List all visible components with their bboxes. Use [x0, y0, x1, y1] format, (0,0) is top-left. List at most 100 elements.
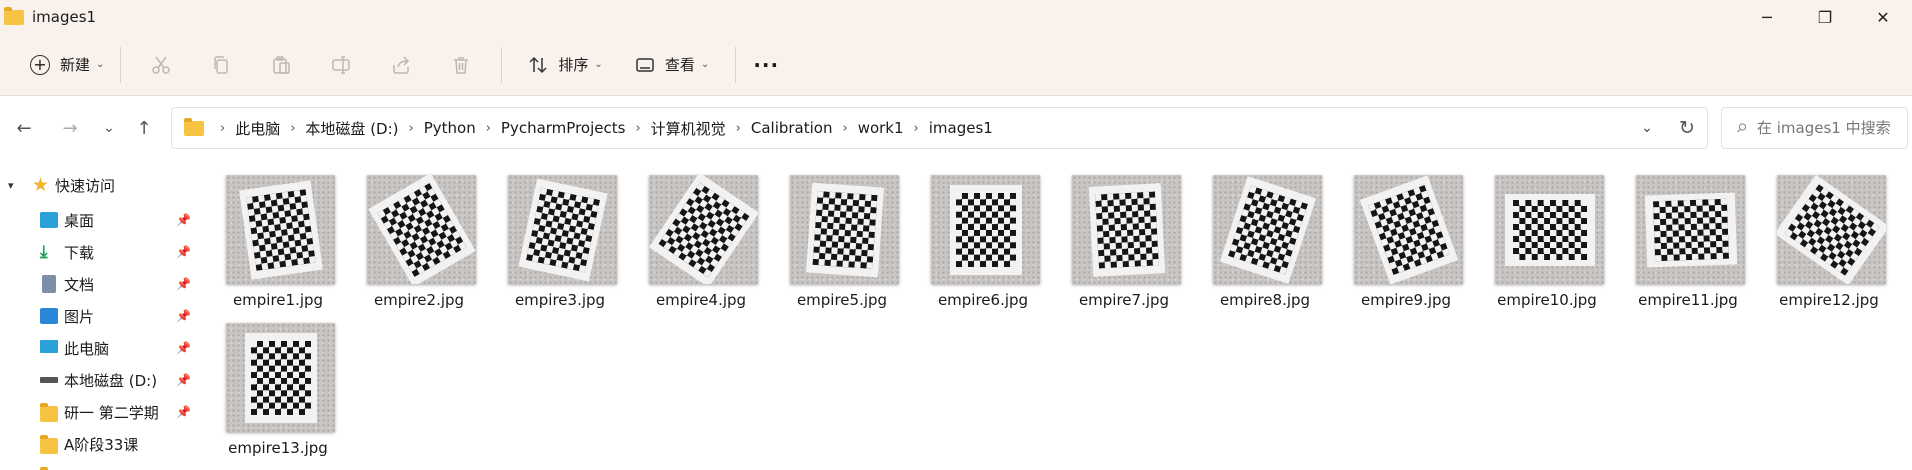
sidebar-item-this-pc[interactable]: 此电脑 📌 [0, 334, 210, 362]
breadcrumb-item[interactable]: Python [424, 119, 476, 137]
checkerboard-pattern [1094, 190, 1159, 269]
breadcrumb-item[interactable]: work1 [858, 119, 904, 137]
search-icon [1737, 123, 1747, 133]
breadcrumb: › 此电脑 › 本地磁盘 (D:) › Python › PycharmProjects › 计算… [210, 118, 993, 139]
chevron-right-icon[interactable]: › [635, 121, 640, 136]
window-title: images1 [32, 8, 97, 26]
image-thumbnail [931, 175, 1040, 284]
file-item[interactable]: empire12.jpg [1761, 160, 1897, 309]
chevron-right-icon[interactable]: › [842, 121, 847, 136]
file-item[interactable]: empire9.jpg [1338, 160, 1474, 309]
chevron-right-icon[interactable]: › [914, 121, 919, 136]
chevron-right-icon[interactable]: › [736, 121, 741, 136]
file-item[interactable]: empire1.jpg [210, 160, 346, 309]
file-item[interactable]: empire4.jpg [633, 160, 769, 309]
breadcrumb-item[interactable]: Calibration [751, 119, 833, 137]
desktop-icon [40, 212, 58, 228]
sidebar-item-semester-folder[interactable]: 研一 第二学期 📌 [0, 398, 210, 426]
address-dropdown-button[interactable]: ⌄ [1627, 120, 1667, 136]
chevron-right-icon[interactable]: › [409, 121, 414, 136]
quick-access-item[interactable]: ▾ ★ 快速访问 [0, 172, 115, 198]
breadcrumb-item[interactable]: 本地磁盘 (D:) [305, 118, 398, 139]
address-bar[interactable]: › 此电脑 › 本地磁盘 (D:) › Python › PycharmProjects › 计算… [171, 107, 1708, 149]
chevron-right-icon[interactable]: › [290, 121, 295, 136]
checkerboard-pattern [811, 190, 878, 269]
recent-locations-button[interactable]: ⌄ [93, 112, 125, 144]
delete-button[interactable] [431, 45, 491, 85]
forward-button[interactable]: → [54, 112, 86, 144]
refresh-button[interactable]: ↻ [1667, 117, 1707, 139]
share-button[interactable] [371, 45, 431, 85]
chevron-down-icon: ⌄ [96, 59, 105, 70]
image-thumbnail [1636, 175, 1745, 284]
maximize-button[interactable]: ❐ [1796, 0, 1854, 34]
command-bar: + 新建 ⌄ 排序 ⌄ 查看 ⌄ ··· [0, 34, 1912, 96]
cut-button[interactable] [131, 45, 191, 85]
new-button[interactable]: + 新建 ⌄ [24, 45, 110, 85]
file-item[interactable]: empire6.jpg [915, 160, 1051, 309]
rename-button[interactable] [311, 45, 371, 85]
file-name: empire8.jpg [1219, 291, 1311, 309]
document-icon [42, 275, 56, 293]
image-thumbnail [226, 175, 335, 284]
navigation-bar: ← → ⌄ ↑ › 此电脑 › 本地磁盘 (D:) › Python › PycharmPro… [0, 96, 1912, 160]
title-bar: images1 ─ ❐ ✕ [0, 0, 1912, 34]
breadcrumb-item[interactable]: PycharmProjects [501, 119, 626, 137]
sidebar-item-pictures[interactable]: 图片 📌 [0, 302, 210, 330]
breadcrumb-item[interactable]: 此电脑 [235, 118, 280, 139]
minimize-button[interactable]: ─ [1738, 0, 1796, 34]
image-thumbnail [1777, 175, 1886, 284]
chevron-right-icon[interactable]: › [486, 121, 491, 136]
chevron-right-icon[interactable]: › [220, 121, 225, 136]
checkerboard-pattern [955, 192, 1016, 267]
image-thumbnail [790, 175, 899, 284]
file-item[interactable]: empire10.jpg [1479, 160, 1615, 309]
sort-button[interactable]: 排序 ⌄ [518, 45, 612, 85]
close-button[interactable]: ✕ [1854, 0, 1912, 34]
sidebar-item-label: 研一 第二学期 [64, 403, 159, 422]
folder-icon [4, 6, 24, 25]
new-label: 新建 [60, 56, 91, 74]
pin-icon: 📌 [176, 405, 191, 419]
sidebar-item-downloads[interactable]: ⤓ 下载 📌 [0, 238, 210, 266]
chevron-down-icon: ⌄ [700, 59, 710, 70]
search-input[interactable] [1757, 119, 1907, 137]
sort-icon [529, 56, 547, 73]
sidebar-item-label: 本地磁盘 (D:) [64, 371, 158, 390]
search-box[interactable] [1721, 107, 1908, 149]
copy-button[interactable] [191, 45, 251, 85]
file-item[interactable]: empire13.jpg [210, 308, 346, 457]
file-item[interactable]: empire7.jpg [1056, 160, 1192, 309]
chevron-down-icon[interactable]: ▾ [8, 179, 22, 192]
view-button[interactable]: 查看 ⌄ [625, 45, 719, 85]
file-item[interactable]: empire5.jpg [774, 160, 910, 309]
file-name: empire2.jpg [373, 291, 465, 309]
image-thumbnail [1072, 175, 1181, 284]
download-icon: ⤓ [40, 242, 48, 262]
image-thumbnail [1495, 175, 1604, 284]
sidebar-item-drive-d[interactable]: 本地磁盘 (D:) 📌 [0, 366, 210, 394]
breadcrumb-item[interactable]: images1 [929, 119, 993, 137]
file-item[interactable]: empire2.jpg [351, 160, 487, 309]
sidebar-item-label: 下载 [64, 243, 95, 262]
checkerboard-image [244, 332, 317, 423]
image-thumbnail [649, 175, 758, 284]
paste-button[interactable] [251, 45, 311, 85]
breadcrumb-item[interactable]: 计算机视觉 [651, 118, 726, 139]
file-name: empire7.jpg [1078, 291, 1170, 309]
file-name: empire6.jpg [937, 291, 1029, 309]
sidebar-item-course-folder[interactable]: A阶段33课 [0, 430, 210, 458]
sort-label: 排序 [558, 56, 589, 74]
file-item[interactable]: empire3.jpg [492, 160, 628, 309]
sidebar-item-partial[interactable] [0, 462, 210, 470]
file-name: empire11.jpg [1638, 291, 1738, 309]
computer-icon [40, 340, 58, 353]
sidebar-item-documents[interactable]: 文档 📌 [0, 270, 210, 298]
sidebar-item-desktop[interactable]: 桌面 📌 [0, 206, 210, 234]
file-item[interactable]: empire8.jpg [1197, 160, 1333, 309]
more-options-button[interactable]: ··· [746, 45, 786, 85]
back-button[interactable]: ← [8, 112, 40, 144]
file-item[interactable]: empire11.jpg [1620, 160, 1756, 309]
up-button[interactable]: ↑ [128, 112, 160, 144]
file-name: empire3.jpg [514, 291, 606, 309]
